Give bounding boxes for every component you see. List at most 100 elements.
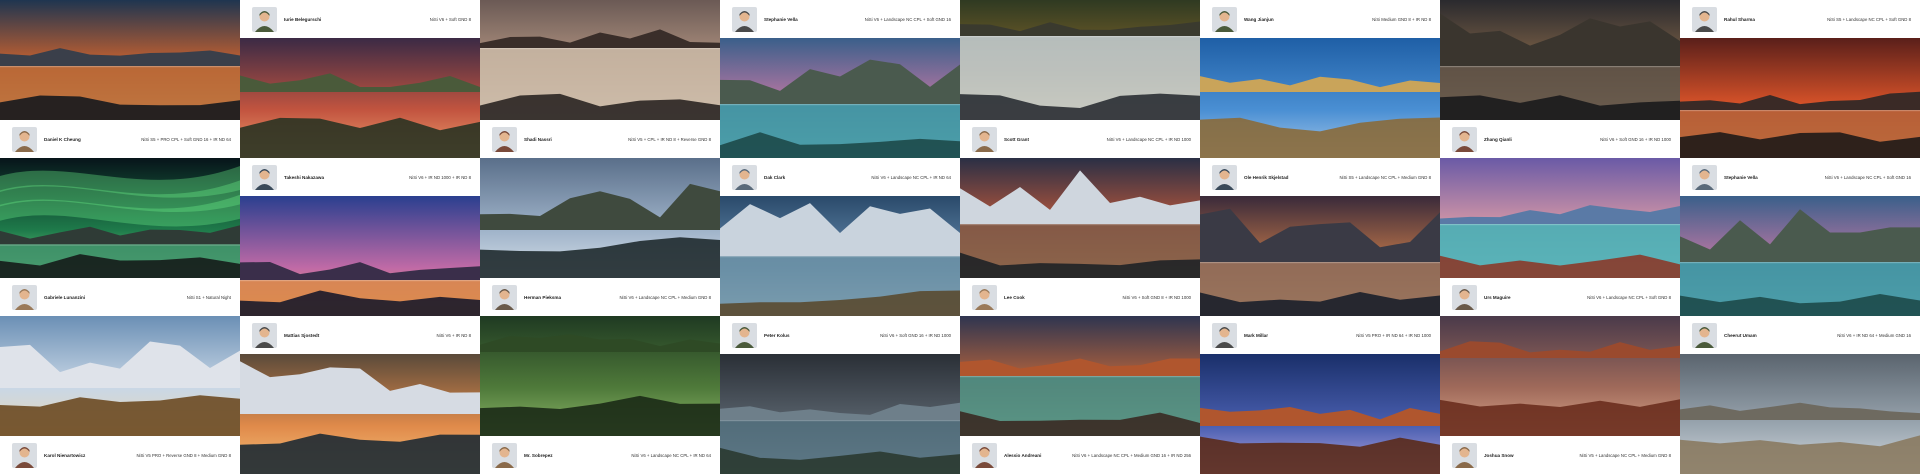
avatar[interactable] (12, 284, 37, 310)
gallery-photo[interactable] (240, 196, 480, 316)
avatar[interactable] (252, 6, 277, 32)
photographer-credit[interactable]: Karol Nienartowicz NiSi V5 PRO + Reverse … (0, 436, 240, 474)
photographer-credit[interactable]: Mr. Sobrepez NiSi V6 + Landscape NC CPL +… (480, 436, 720, 474)
photographer-name[interactable]: Gabriele Lunanzini (44, 295, 85, 300)
photographer-credit[interactable]: Mark Millar NiSi V5 PRO + IR ND 64 + IR N… (1200, 316, 1440, 354)
avatar[interactable] (492, 126, 517, 152)
photographer-credit[interactable]: Gabriele Lunanzini NiSi S1 + Natural Nigh… (0, 278, 240, 316)
photographer-credit[interactable]: Rahul Sharma NiSi S5 + Landscape NC CPL +… (1680, 0, 1920, 38)
fitzroy-sunrise-lake-photo (960, 158, 1200, 278)
photographer-name[interactable]: Peter Kolus (764, 333, 790, 338)
gallery-photo[interactable] (960, 316, 1200, 436)
photographer-name[interactable]: Karol Nienartowicz (44, 453, 85, 458)
fjord-glacier-sunset-photo (240, 354, 480, 474)
photographer-name[interactable]: Daniel K Cheung (44, 137, 81, 142)
photographer-name[interactable]: Rahul Sharma (1724, 17, 1755, 22)
avatar[interactable] (492, 284, 517, 310)
photographer-credit[interactable]: Mattias Sjostedt NiSi V6 + IR ND 8 (240, 316, 480, 354)
avatar[interactable] (732, 322, 757, 348)
gallery-photo[interactable] (720, 196, 960, 316)
avatar[interactable] (1692, 164, 1717, 190)
photographer-credit[interactable]: Iurie Belegurschi NiSi V6 + Soft GND 8 (240, 0, 480, 38)
photographer-credit[interactable]: Daniel K Cheung NiSi S5 + PRO CPL + Soft … (0, 120, 240, 158)
photographer-credit[interactable]: Peter Kolus NiSi V6 + Soft GND 16 + IR ND… (720, 316, 960, 354)
photographer-name[interactable]: Zhang Qianli (1484, 137, 1512, 142)
gallery-photo[interactable] (1440, 0, 1680, 120)
avatar[interactable] (972, 284, 997, 310)
photographer-credit[interactable]: Zhang Qianli NiSi V6 + Soft GND 16 + IR N… (1440, 120, 1680, 158)
photographer-name[interactable]: Ole Henrik Skjelstad (1244, 175, 1288, 180)
gallery-photo[interactable] (240, 38, 480, 158)
photographer-credit[interactable]: Shadi Nassri NiSi V5 + CPL + IR ND 8 + Re… (480, 120, 720, 158)
filter-kit-text: NiSi V6 + Soft GND 16 + IR ND 1000 (880, 332, 951, 338)
photographer-credit[interactable]: Wang Jianjun NiSi Medium GND 8 + IR ND 8 (1200, 0, 1440, 38)
gallery-photo[interactable] (1680, 38, 1920, 158)
photographer-name[interactable]: Mr. Sobrepez (524, 453, 553, 458)
photographer-name[interactable]: Stephanie Vella (764, 17, 798, 22)
gallery-photo[interactable] (960, 0, 1200, 120)
gallery-photo[interactable] (720, 354, 960, 474)
photographer-credit[interactable]: Ole Henrik Skjelstad NiSi S5 + Landscape … (1200, 158, 1440, 196)
avatar[interactable] (1452, 442, 1477, 468)
avatar[interactable] (12, 126, 37, 152)
avatar[interactable] (1212, 322, 1237, 348)
gallery-photo[interactable] (0, 316, 240, 436)
avatar[interactable] (252, 164, 277, 190)
avatar[interactable] (1452, 284, 1477, 310)
gallery-photo[interactable] (1200, 354, 1440, 474)
gallery-photo[interactable] (1440, 316, 1680, 436)
photographer-name[interactable]: Mattias Sjostedt (284, 333, 319, 338)
gallery-photo[interactable] (1200, 38, 1440, 158)
gallery-photo[interactable] (1680, 354, 1920, 474)
gallery-column: Shadi Nassri NiSi V5 + CPL + IR ND 8 + Re… (480, 0, 720, 476)
gallery-photo[interactable] (1440, 158, 1680, 278)
gallery-photo[interactable] (0, 0, 240, 120)
photographer-name[interactable]: Scott Grant (1004, 137, 1029, 142)
photographer-credit[interactable]: Scott Grant NiSi V6 + Landscape NC CPL + … (960, 120, 1200, 158)
avatar[interactable] (972, 126, 997, 152)
avatar[interactable] (492, 442, 517, 468)
avatar[interactable] (12, 442, 37, 468)
gallery-photo[interactable] (480, 316, 720, 436)
avatar[interactable] (972, 442, 997, 468)
photographer-credit[interactable]: Lee Cook NiSi V6 + Soft GND 8 + IR ND 100… (960, 278, 1200, 316)
photographer-credit[interactable]: Joshua Snow NiSi V5 + Landscape NC CPL + … (1440, 436, 1680, 474)
photographer-credit[interactable]: Stephanie Vella NiSi V6 + Landscape NC CP… (1680, 158, 1920, 196)
photographer-credit[interactable]: Alessio Andreani NiSi V6 + Landscape NC C… (960, 436, 1200, 474)
photographer-name[interactable]: Mark Millar (1244, 333, 1268, 338)
avatar[interactable] (1692, 6, 1717, 32)
photographer-name[interactable]: Iurie Belegurschi (284, 17, 321, 22)
photographer-credit[interactable]: Urs Maguire NiSi V6 + Landscape NC CPL + … (1440, 278, 1680, 316)
gallery-photo[interactable] (960, 158, 1200, 278)
avatar[interactable] (1212, 164, 1237, 190)
avatar[interactable] (732, 6, 757, 32)
photographer-credit[interactable]: Dak Clark NiSi V6 + Landscape NC CPL + IR… (720, 158, 960, 196)
gallery-photo[interactable] (240, 354, 480, 474)
photographer-name[interactable]: Alessio Andreani (1004, 453, 1041, 458)
gallery-photo[interactable] (480, 0, 720, 120)
gallery-photo[interactable] (1680, 196, 1920, 316)
avatar[interactable] (252, 322, 277, 348)
photographer-credit[interactable]: Stephanie Vella NiSi V6 + Landscape NC CP… (720, 0, 960, 38)
photographer-name[interactable]: Wang Jianjun (1244, 17, 1274, 22)
avatar[interactable] (732, 164, 757, 190)
photographer-name[interactable]: Herman Pieksma (524, 295, 561, 300)
avatar[interactable] (1692, 322, 1717, 348)
photographer-name[interactable]: Shadi Nassri (524, 137, 552, 142)
photographer-credit[interactable]: Cheerut Umam NiSi V6 + IR ND 64 + Medium … (1680, 316, 1920, 354)
photographer-credit[interactable]: Takeshi Nakazawa NiSi V6 + IR ND 1000 + I… (240, 158, 480, 196)
photographer-name[interactable]: Takeshi Nakazawa (284, 175, 324, 180)
photographer-credit[interactable]: Herman Pieksma NiSi V6 + Landscape NC CPL… (480, 278, 720, 316)
gallery-photo[interactable] (480, 158, 720, 278)
avatar[interactable] (1212, 6, 1237, 32)
photographer-name[interactable]: Urs Maguire (1484, 295, 1511, 300)
photographer-name[interactable]: Dak Clark (764, 175, 785, 180)
gallery-photo[interactable] (720, 38, 960, 158)
photographer-name[interactable]: Cheerut Umam (1724, 333, 1757, 338)
photographer-name[interactable]: Lee Cook (1004, 295, 1025, 300)
avatar[interactable] (1452, 126, 1477, 152)
photographer-name[interactable]: Joshua Snow (1484, 453, 1514, 458)
gallery-photo[interactable] (1200, 196, 1440, 316)
photographer-name[interactable]: Stephanie Vella (1724, 175, 1758, 180)
gallery-photo[interactable] (0, 158, 240, 278)
